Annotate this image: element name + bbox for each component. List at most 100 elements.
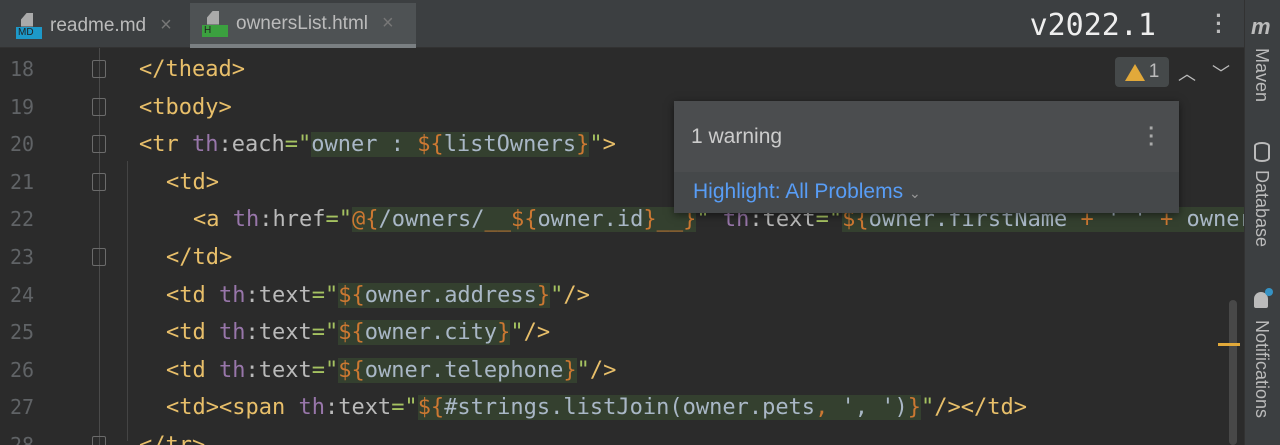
code-token: :text	[324, 395, 392, 421]
fold-marker-icon[interactable]	[92, 135, 106, 154]
code-token: owner.city	[364, 320, 498, 346]
notification-dot	[1265, 288, 1273, 296]
line-number[interactable]: 26	[10, 352, 34, 389]
code-token: /></td>	[934, 395, 1028, 421]
line-number[interactable]: 20	[10, 126, 34, 163]
code-token: <tr	[139, 132, 192, 158]
scrollbar[interactable]	[1229, 300, 1237, 445]
line-number[interactable]: 23	[10, 239, 34, 276]
more-options-icon[interactable]: · · ·	[1148, 119, 1155, 155]
fold-marker-icon[interactable]	[92, 97, 106, 116]
next-problem-icon[interactable]: ﹀	[1212, 60, 1230, 86]
code-token: ${	[338, 282, 365, 308]
code-token: :href	[259, 207, 326, 233]
line-number[interactable]: 18	[10, 51, 34, 88]
line-number[interactable]: 28	[10, 427, 34, 445]
highlight-level-dropdown[interactable]: Highlight: All Problems ⌄	[674, 172, 1179, 213]
line-number[interactable]: 21	[10, 164, 34, 201]
fold-marker-icon[interactable]	[92, 436, 106, 445]
maven-tool-button[interactable]: Maven	[1251, 48, 1272, 102]
code-token: :text	[245, 282, 312, 308]
code-token: owner.address	[364, 282, 537, 308]
code-token: owner :	[311, 132, 418, 158]
line-number[interactable]: 22	[10, 201, 34, 238]
code-line[interactable]: 25 <td th:text="${owner.city}"/>	[0, 314, 1244, 351]
code-token: <td	[166, 320, 219, 346]
line-number[interactable]: 25	[10, 314, 34, 351]
code-token: <a	[193, 207, 233, 233]
database-tool-button[interactable]: Database	[1251, 170, 1272, 247]
fold-marker-icon[interactable]	[92, 248, 106, 266]
code-token: }	[563, 357, 577, 383]
line-number[interactable]: 27	[10, 389, 34, 426]
code-token: /owners/	[378, 207, 485, 233]
warning-count: 1	[1148, 61, 1160, 82]
code-token: />	[563, 282, 590, 308]
code-token: ${	[417, 132, 444, 158]
code-line[interactable]: 18 </thead>	[0, 51, 1244, 88]
inspection-widget[interactable]: 1	[1115, 57, 1169, 87]
code-token: "	[921, 395, 935, 421]
code-token: :each	[218, 132, 285, 158]
code-line[interactable]: 27 <td><span th:text="${#strings.listJoin…	[0, 389, 1244, 426]
code-text: <tr th:each="owner : ${listOwners}">	[139, 126, 616, 163]
code-token: }	[497, 320, 511, 346]
code-line[interactable]: 23 </td>	[0, 239, 1244, 276]
tab-readme[interactable]: MD readme.md ×	[4, 3, 184, 48]
code-line[interactable]: 28 </tr>	[0, 427, 1244, 445]
line-number[interactable]: 19	[10, 89, 34, 126]
code-token: ="	[284, 132, 312, 158]
code-line[interactable]: 26 <td th:text="${owner.telephone}"/>	[0, 352, 1244, 389]
code-token: th	[191, 132, 219, 158]
close-icon[interactable]: ×	[382, 12, 394, 35]
tab-label: ownersList.html	[236, 12, 368, 34]
notifications-tool-button[interactable]: Notifications	[1251, 320, 1272, 418]
code-text: </td>	[166, 239, 232, 276]
tab-label: readme.md	[50, 14, 147, 36]
code-token: }	[907, 395, 922, 421]
code-token: ${	[338, 357, 365, 383]
code-token: />	[523, 320, 551, 346]
highlight-label: Highlight: All Problems	[693, 180, 904, 203]
code-token: listOwners	[443, 132, 577, 158]
warning-stripe-marker[interactable]	[1218, 343, 1240, 346]
database-icon	[1254, 142, 1270, 162]
more-options-icon[interactable]: · · ·	[1212, 5, 1226, 43]
code-text: </tr>	[139, 427, 205, 445]
code-token: __${	[484, 207, 538, 233]
problems-popup: 1 warning · · · Highlight: All Problems ⌄	[674, 101, 1179, 213]
previous-problem-icon[interactable]: ︿	[1178, 60, 1196, 86]
code-token: }	[536, 282, 551, 308]
code-token: "	[510, 320, 524, 346]
code-line[interactable]: 24 <td th:text="${owner.address}"/>	[0, 277, 1244, 314]
tab-owners-list[interactable]: H ownersList.html ×	[190, 3, 416, 48]
warning-icon	[1124, 63, 1145, 81]
close-icon[interactable]: ×	[160, 14, 172, 37]
code-token: />	[589, 357, 617, 383]
code-token: <td>	[166, 169, 219, 195]
code-token: ', '	[828, 395, 895, 421]
code-text: <tbody>	[139, 89, 232, 126]
code-token: th	[218, 282, 246, 308]
code-token: th	[298, 395, 325, 421]
code-token: <td	[166, 282, 219, 308]
code-text: <td>	[166, 164, 219, 201]
code-text: <td th:text="${owner.telephone}"/>	[166, 352, 616, 389]
code-token: ,	[815, 395, 829, 421]
line-number[interactable]: 24	[10, 277, 34, 314]
code-token: <td><span	[166, 395, 299, 421]
code-token: "	[576, 357, 590, 383]
fold-marker-icon[interactable]	[92, 172, 106, 191]
code-token: owner.telephone	[364, 357, 564, 383]
code-token: </td>	[166, 245, 233, 270]
fold-marker-icon[interactable]	[92, 60, 106, 78]
code-token: ="	[311, 357, 339, 383]
code-token: th	[218, 357, 246, 383]
code-token: "	[550, 282, 564, 308]
html-file-icon: H	[202, 10, 228, 37]
right-tool-window-bar: m Maven Database Notifications	[1244, 0, 1280, 445]
code-text: </thead>	[139, 51, 245, 88]
code-token: ="	[391, 395, 418, 421]
code-text: <td><span th:text="${#strings.listJoin(o…	[166, 389, 1027, 426]
code-token: >	[602, 132, 616, 158]
